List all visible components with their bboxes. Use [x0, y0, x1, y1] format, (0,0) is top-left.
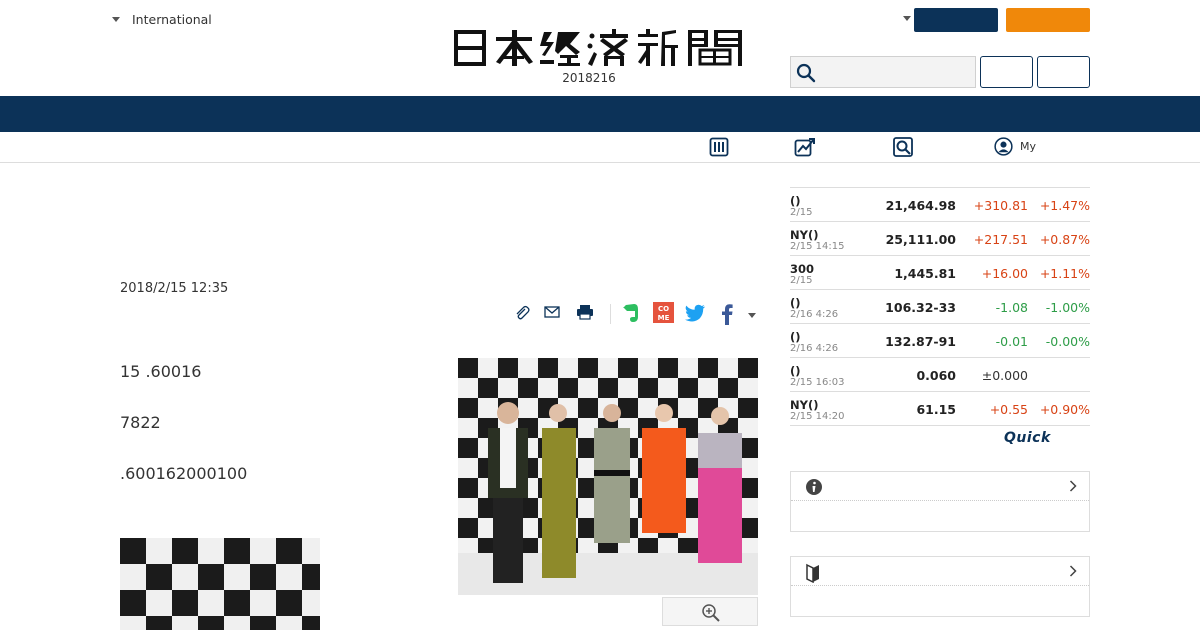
market-change: -1.08	[995, 300, 1028, 315]
main-nav-bar	[0, 96, 1200, 132]
subscribe-button[interactable]	[1006, 8, 1090, 32]
quick-logo[interactable]: Quick	[1004, 430, 1051, 446]
comemo-icon[interactable]: CO ME	[653, 302, 674, 323]
printer-icon[interactable]	[576, 304, 594, 320]
search-submit-button[interactable]	[1037, 56, 1090, 88]
zoom-icon	[702, 604, 720, 622]
my-nikkei-link[interactable]: My	[994, 137, 1036, 156]
article-paragraph-1: 15 .60016	[120, 362, 202, 381]
market-value: 106.32-33	[885, 300, 956, 315]
market-row[interactable]: () 2/15 21,464.98 +310.81 +1.47%	[790, 188, 1090, 222]
market-change-percent: -0.00%	[1045, 334, 1090, 349]
photo-zoom-button[interactable]	[662, 597, 758, 626]
market-change-percent: +1.11%	[1039, 266, 1090, 281]
market-row[interactable]: 300 2/15 1,445.81 +16.00 +1.11%	[790, 256, 1090, 290]
market-value: 1,445.81	[894, 266, 956, 281]
facebook-icon[interactable]	[721, 303, 733, 325]
market-time: 2/15 14:20	[790, 411, 845, 422]
market-time: 2/15 16:03	[790, 377, 845, 388]
share-more-caret-icon[interactable]	[748, 313, 756, 318]
market-change: +217.51	[973, 232, 1028, 247]
market-value: 61.15	[916, 402, 956, 417]
beginner-box-header[interactable]	[791, 557, 1089, 586]
sub-nav: My	[0, 132, 1200, 163]
chevron-right-icon	[1069, 480, 1077, 492]
caret-down-icon	[112, 17, 120, 22]
bookmark-icon	[806, 563, 819, 583]
twitter-icon[interactable]	[685, 304, 706, 322]
region-selector[interactable]: International	[112, 12, 212, 27]
market-row[interactable]: () 2/15 16:03 0.060 ±0.000	[790, 358, 1090, 392]
market-data-table: () 2/15 21,464.98 +310.81 +1.47% NY() 2/15 14:…	[790, 187, 1090, 426]
header-date: 2018216	[562, 71, 616, 85]
site-header: International 2018216	[0, 0, 1200, 96]
chart-icon[interactable]	[794, 137, 816, 157]
mail-icon[interactable]	[544, 305, 560, 319]
chevron-right-icon	[1069, 565, 1077, 577]
grid-icon[interactable]	[709, 137, 729, 157]
article-paragraph-2: 7822	[120, 413, 161, 432]
search-option-button[interactable]	[980, 56, 1033, 88]
market-name: ()	[790, 364, 801, 378]
market-change-percent: +0.90%	[1039, 402, 1090, 417]
market-change-percent: -1.00%	[1045, 300, 1090, 315]
magnifier-icon[interactable]	[893, 137, 913, 157]
market-row[interactable]: () 2/16 4:26 132.87-91 -0.01 -0.00%	[790, 324, 1090, 358]
market-change: +16.00	[981, 266, 1028, 281]
market-name: ()	[790, 330, 801, 344]
nikkei-logo[interactable]	[452, 28, 748, 68]
login-button[interactable]	[914, 8, 998, 32]
market-row[interactable]: NY() 2/15 14:15 25,111.00 +217.51 +0.87%	[790, 222, 1090, 256]
market-value: 132.87-91	[885, 334, 956, 349]
market-row[interactable]: NY() 2/15 14:20 61.15 +0.55 +0.90%	[790, 392, 1090, 426]
market-time: 2/16 4:26	[790, 309, 839, 320]
market-change-percent: +1.47%	[1039, 198, 1090, 213]
market-value: 0.060	[916, 368, 956, 383]
market-change: -0.01	[995, 334, 1028, 349]
share-divider	[610, 304, 611, 324]
article-paragraph-3: .600162000100	[120, 464, 248, 483]
market-name: ()	[790, 296, 801, 310]
search-input[interactable]	[790, 56, 976, 88]
info-box-header[interactable]	[791, 472, 1089, 501]
market-name: NY()	[790, 228, 819, 242]
market-time: 2/15	[790, 207, 813, 218]
market-time: 2/15 14:15	[790, 241, 845, 252]
svg-text:ME: ME	[658, 314, 670, 322]
search-icon	[796, 63, 816, 83]
my-label: My	[1020, 140, 1037, 153]
market-row[interactable]: () 2/16 4:26 106.32-33 -1.08 -1.00%	[790, 290, 1090, 324]
market-change-percent: +0.87%	[1039, 232, 1090, 247]
region-label: International	[132, 12, 212, 27]
paperclip-icon[interactable]	[514, 305, 530, 321]
evernote-icon[interactable]	[622, 303, 640, 323]
article-date: 2018/2/15 12:35	[120, 281, 229, 296]
market-name: NY()	[790, 398, 819, 412]
article-photo[interactable]	[458, 358, 758, 595]
info-box[interactable]	[790, 471, 1090, 532]
market-name: 300	[790, 262, 815, 276]
market-change: ±0.000	[981, 368, 1028, 383]
market-change: +310.81	[973, 198, 1028, 213]
svg-text:CO: CO	[658, 305, 669, 313]
market-time: 2/16 4:26	[790, 343, 839, 354]
market-value: 25,111.00	[885, 232, 956, 247]
article-photo-2[interactable]	[120, 538, 320, 630]
market-name: ()	[790, 194, 801, 208]
person-icon	[994, 137, 1013, 156]
info-icon	[806, 479, 822, 495]
account-caret-icon[interactable]	[903, 16, 911, 21]
market-time: 2/15	[790, 275, 813, 286]
market-value: 21,464.98	[885, 198, 956, 213]
beginner-box[interactable]	[790, 556, 1090, 617]
market-change: +0.55	[989, 402, 1028, 417]
